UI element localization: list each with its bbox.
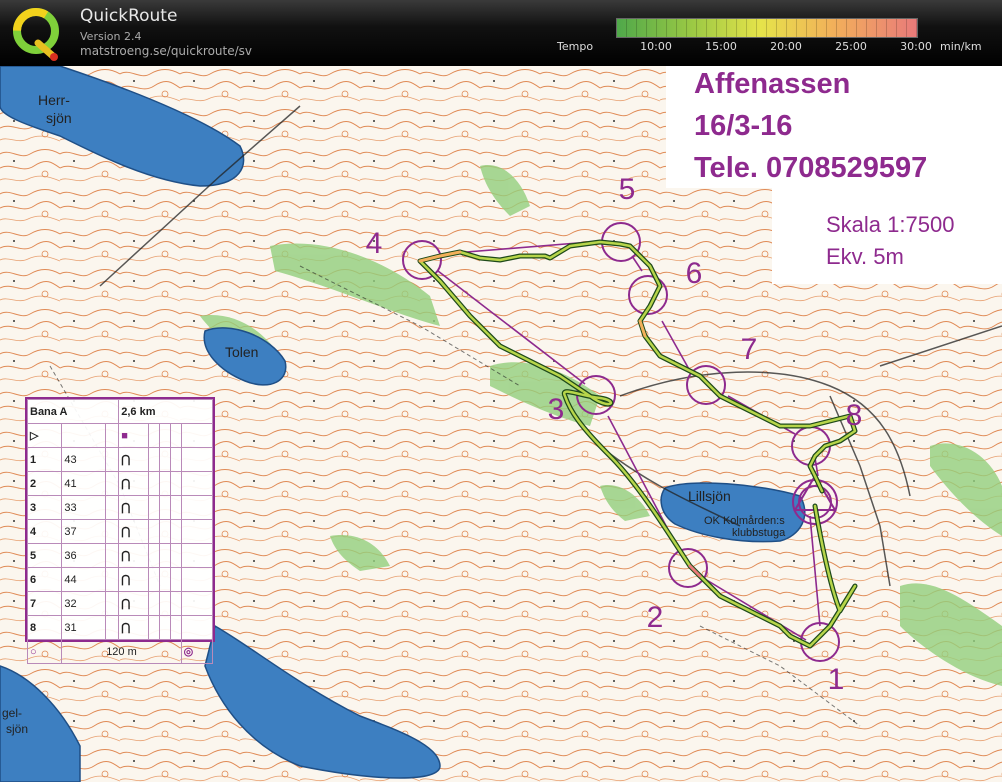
description-row: 3 33 ⋂ <box>26 495 214 520</box>
app-url[interactable]: matstroeng.se/quickroute/sv <box>80 44 252 58</box>
description-row: 4 37 ⋂ <box>26 519 214 544</box>
start-square-icon: ■ <box>118 423 150 448</box>
knoll-symbol-icon: ⋂ <box>118 495 150 520</box>
control-number: 7 <box>740 333 758 366</box>
event-date: 16/3-16 <box>694 110 793 142</box>
lake-label: Tolen <box>225 344 259 360</box>
description-row: 8 31 ⋂ <box>26 615 214 640</box>
lake-label: Herr- <box>38 92 70 108</box>
knoll-symbol-icon: ⋂ <box>118 519 150 544</box>
tempo-tick: 30:00 <box>900 40 932 53</box>
quickroute-logo-icon <box>13 8 59 61</box>
tempo-color-scale <box>616 18 918 38</box>
lake-label: sjön <box>46 110 72 126</box>
description-row: 6 44 ⋂ <box>26 567 214 592</box>
control-number: 5 <box>618 173 636 206</box>
knoll-symbol-icon: ⋂ <box>118 591 150 616</box>
control-description-sheet: Bana A 2,6 km ▷ ■ 1 43 ⋂ 2 41 ⋂ 3 33 ⋂ 4 37 ⋂ 53… <box>25 397 215 664</box>
tempo-tick: 15:00 <box>705 40 737 53</box>
control-number: 2 <box>646 601 664 634</box>
map-equidistance: Ekv. 5m <box>826 244 904 269</box>
description-row: 1 43 ⋂ <box>26 447 214 472</box>
finish-distance: 120 m <box>61 639 182 664</box>
tempo-tick: 20:00 <box>770 40 802 53</box>
control-number: 1 <box>827 663 845 696</box>
clubhouse-label: klubbstuga <box>732 527 786 539</box>
app-version: Version 2.4 <box>80 30 142 43</box>
control-number: 8 <box>845 399 863 432</box>
finish-start-icon: ○ <box>26 639 63 664</box>
tempo-tick: 25:00 <box>835 40 867 53</box>
control-number: 4 <box>365 227 383 260</box>
description-row: 2 41 ⋂ <box>26 471 214 496</box>
course-length: 2,6 km <box>118 399 213 424</box>
lake-label: gel- <box>2 706 23 720</box>
app-header: QuickRoute Version 2.4 matstroeng.se/qui… <box>0 0 1002 66</box>
knoll-symbol-icon: ⋂ <box>118 543 150 568</box>
tempo-tick: 10:00 <box>640 40 672 53</box>
knoll-symbol-icon: ⋂ <box>118 615 150 640</box>
description-row: 5 36 ⋂ <box>26 543 214 568</box>
control-number: 3 <box>547 393 565 426</box>
lake-label: sjön <box>6 722 29 736</box>
map-scale: Skala 1:7500 <box>826 212 955 237</box>
knoll-symbol-icon: ⋂ <box>118 567 150 592</box>
lake-label: Lillsjön <box>688 488 731 504</box>
description-row: 7 32 ⋂ <box>26 591 214 616</box>
course-name: Bana A <box>26 399 120 424</box>
orienteering-map[interactable]: Affenassen 16/3-16 Tele. 0708529597 Skal… <box>0 66 1002 782</box>
knoll-symbol-icon: ⋂ <box>118 471 150 496</box>
event-phone: Tele. 0708529597 <box>694 152 928 184</box>
control-number: 6 <box>685 257 703 290</box>
app-title: QuickRoute <box>80 6 178 26</box>
finish-circle-icon: ◎ <box>180 639 214 664</box>
event-title: Affenassen <box>694 68 851 100</box>
tempo-unit: min/km <box>940 40 982 53</box>
knoll-symbol-icon: ⋂ <box>118 447 150 472</box>
start-triangle-icon: ▷ <box>26 423 63 448</box>
clubhouse-label: OK Kolmården:s <box>704 515 785 527</box>
tempo-label: Tempo <box>557 40 594 53</box>
